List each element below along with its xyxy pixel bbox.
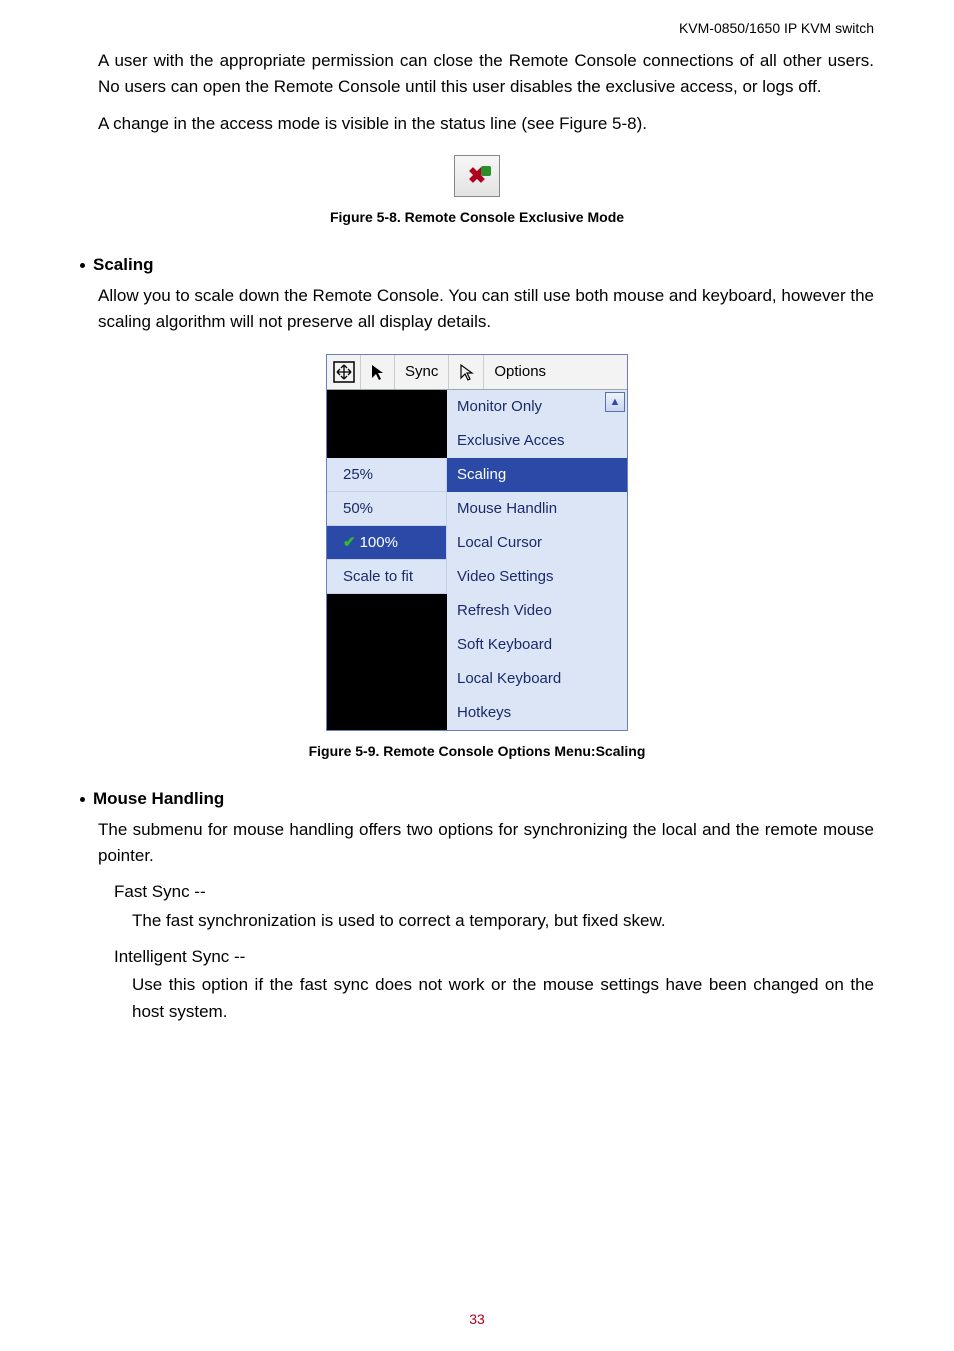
page-number: 33 [0,1311,954,1327]
opt-mouse-handling[interactable]: Mouse Handlin [447,492,627,526]
exclusive-mode-icon: ✖ [454,155,500,197]
x-icon: ✖ [468,163,486,189]
paragraph-exclusive-access: A user with the appropriate permission c… [80,48,874,101]
opt-refresh-video[interactable]: Refresh Video [447,594,627,628]
fast-sync-text: The fast synchronization is used to corr… [80,908,874,934]
figure-5-8-caption: Figure 5-8. Remote Console Exclusive Mod… [80,209,874,225]
scale-100-label: 100% [360,534,398,551]
intelligent-sync-text: Use this option if the fast sync does no… [80,972,874,1025]
paragraph-scaling: Allow you to scale down the Remote Conso… [80,283,874,336]
scaling-heading: Scaling [93,255,153,275]
opt-hotkeys[interactable]: Hotkeys [447,696,627,730]
opt-video-settings[interactable]: Video Settings [447,560,627,594]
mouse-handling-heading: Mouse Handling [93,789,224,809]
opt-scaling[interactable]: Scaling [447,458,627,492]
options-dropdown: Monitor Only Exclusive Acces Scaling Mou… [447,390,627,730]
cursor-outline-icon[interactable] [449,355,484,389]
options-menu-screenshot: Sync Options 25% 50% ✔100% Scale to fit [326,354,628,731]
scroll-up-icon[interactable]: ▲ [605,392,625,412]
opt-monitor-only[interactable]: Monitor Only [447,390,627,424]
figure-5-9-caption: Figure 5-9. Remote Console Options Menu:… [80,743,874,759]
scale-25[interactable]: 25% [327,458,447,492]
page-header: KVM-0850/1650 IP KVM switch [80,20,874,36]
scale-50[interactable]: 50% [327,492,447,526]
scaling-submenu: 25% 50% ✔100% Scale to fit [327,390,447,730]
paragraph-access-mode-change: A change in the access mode is visible i… [80,111,874,137]
remote-console-toolbar: Sync Options [327,355,627,390]
scale-to-fit[interactable]: Scale to fit [327,560,447,594]
intelligent-sync-label: Intelligent Sync -- [80,944,874,970]
scale-100[interactable]: ✔100% [327,526,447,560]
paragraph-mouse-handling: The submenu for mouse handling offers tw… [80,817,874,870]
check-icon: ✔ [343,533,356,551]
opt-local-keyboard[interactable]: Local Keyboard [447,662,627,696]
opt-exclusive-access[interactable]: Exclusive Acces [447,424,627,458]
cursor-arrow-icon[interactable] [361,355,395,389]
bullet-icon [80,797,85,802]
opt-local-cursor[interactable]: Local Cursor [447,526,627,560]
sync-button[interactable]: Sync [395,355,449,389]
fast-sync-label: Fast Sync -- [80,879,874,905]
bullet-icon [80,263,85,268]
move-icon[interactable] [327,355,361,389]
options-button[interactable]: Options [484,355,556,389]
opt-soft-keyboard[interactable]: Soft Keyboard [447,628,627,662]
